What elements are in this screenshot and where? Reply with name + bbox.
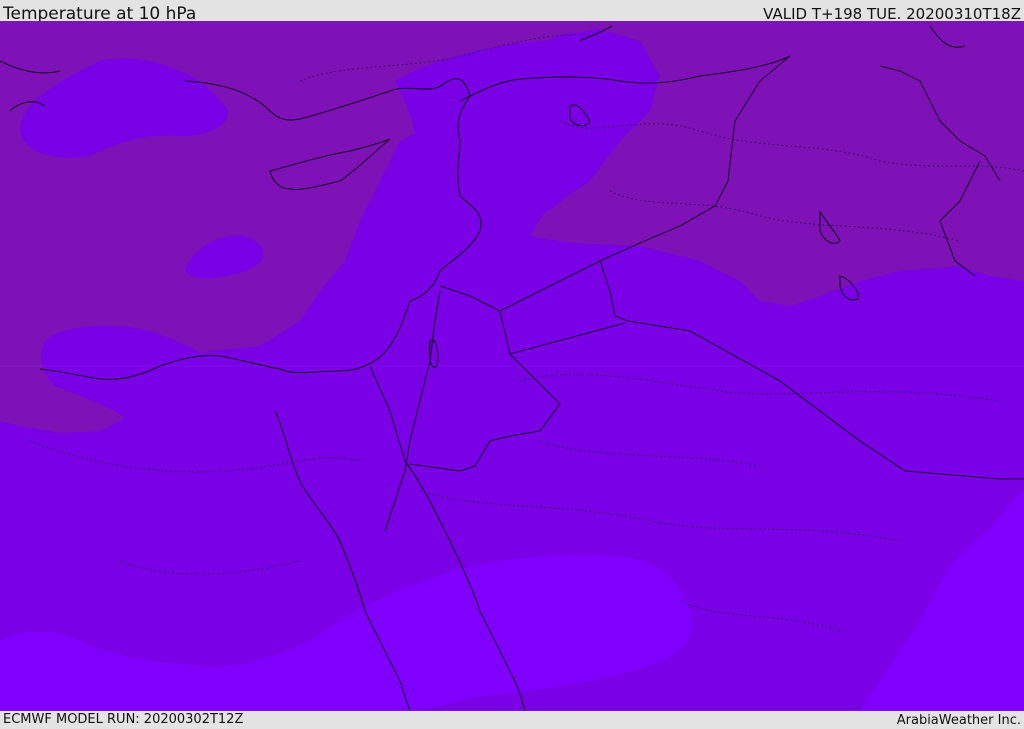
credit-label: ArabiaWeather Inc. [896,713,1021,728]
header-bar: Temperature at 10 hPa VALID T+198 TUE. 2… [0,0,1024,24]
model-run-label: ECMWF MODEL RUN: 20200302T12Z [3,712,244,727]
map-panel [0,21,1024,711]
footer-bar: ECMWF MODEL RUN: 20200302T12Z ArabiaWeat… [0,711,1024,729]
temperature-map [0,21,1024,711]
